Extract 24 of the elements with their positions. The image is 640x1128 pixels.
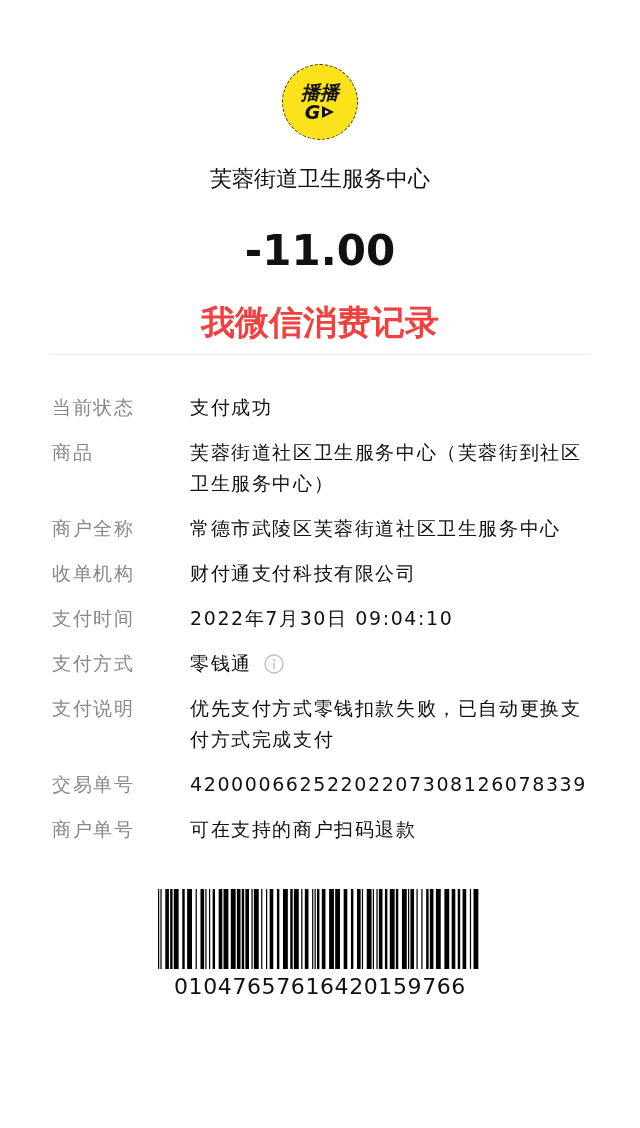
field-value: 常德市武陵区芙蓉街道社区卫生服务中心 [190, 516, 561, 541]
field-value: 芙蓉街道社区卫生服务中心（芙蓉街到社区卫生服务中心） [190, 440, 583, 496]
field-value: 零钱通 [190, 651, 252, 676]
app-logo: 播播 G [282, 64, 358, 140]
barcode-number: 01047657616420159766 [174, 973, 466, 1001]
field-label: 当前状态 [52, 395, 136, 420]
field-label: 商户全称 [52, 516, 136, 541]
field-value: 支付成功 [190, 395, 273, 420]
field-label: 商品 [52, 440, 95, 465]
field-value: 财付通支付科技有限公司 [190, 561, 417, 586]
amount: -11.00 [244, 226, 396, 276]
field-value: 2022年7月30日 09:04:10 [190, 606, 454, 631]
field-label: 支付方式 [52, 651, 136, 676]
field-value: 可在支持的商户扫码退款 [190, 817, 417, 842]
field-value: 优先支付方式零钱扣款失败，已自动更换支付方式完成支付 [190, 696, 583, 752]
field-label: 商户单号 [52, 817, 136, 842]
field-label: 收单机构 [52, 561, 136, 586]
merchant-name: 芙蓉街道卫生服务中心 [210, 165, 430, 193]
info-icon[interactable] [263, 653, 284, 674]
field-value: 42000066252202207308126078339 [190, 772, 587, 797]
field-label: 交易单号 [52, 772, 136, 797]
field-label: 支付说明 [52, 696, 136, 721]
annotation-text: 我微信消费记录 [201, 301, 439, 344]
field-label: 支付时间 [52, 606, 136, 631]
